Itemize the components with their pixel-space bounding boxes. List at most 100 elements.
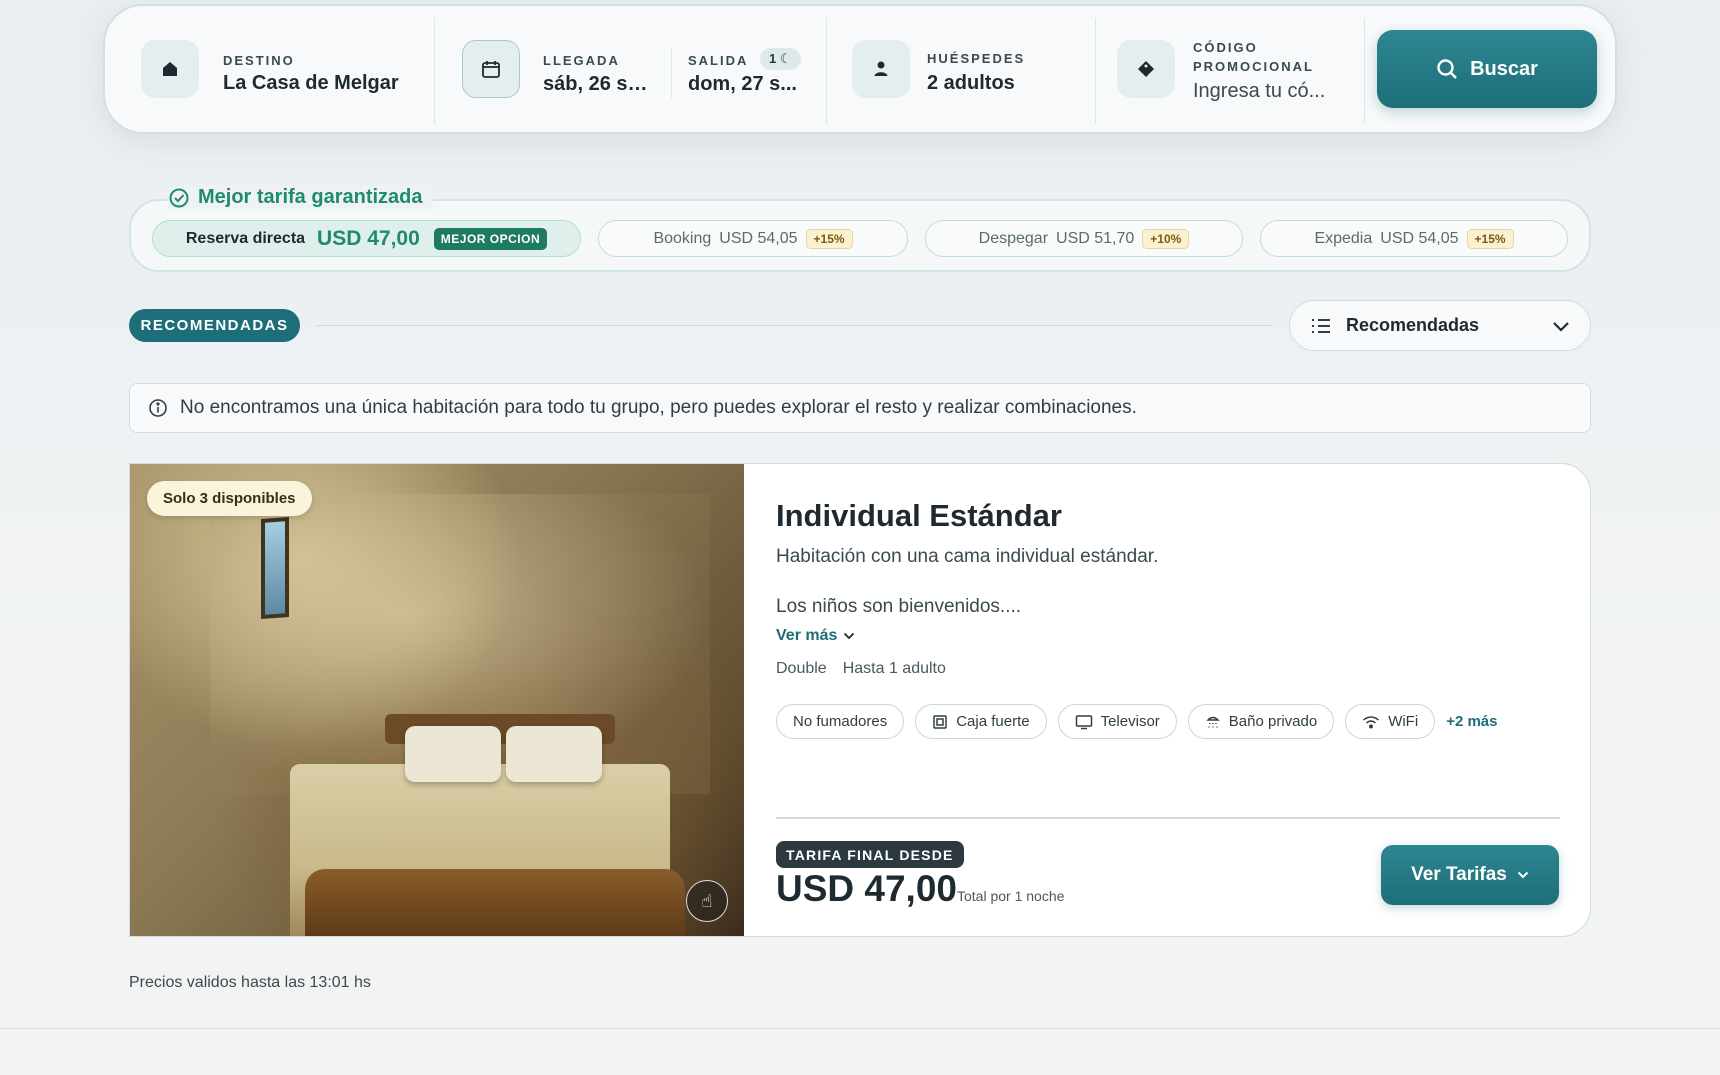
amenity-label: WiFi xyxy=(1388,713,1419,730)
photo-gallery-button[interactable]: ☝ xyxy=(686,880,728,922)
bed-type: Double xyxy=(776,660,827,677)
recommended-badge: RECOMENDADAS xyxy=(129,309,300,342)
rate-direct: Reserva directa USD 47,00 MEJOR OPCION xyxy=(152,220,581,257)
promo-input[interactable]: Ingresa tu có... xyxy=(1193,80,1343,103)
search-icon xyxy=(1437,59,1457,79)
room-meta: Double Hasta 1 adulto xyxy=(776,660,946,678)
destination-label: DESTINO xyxy=(223,53,295,68)
safe-icon xyxy=(933,714,947,729)
tag-icon xyxy=(1117,40,1175,98)
promo-label-line1: CÓDIGO xyxy=(1193,40,1258,55)
competitor-name: Booking xyxy=(653,229,712,247)
calendar-icon xyxy=(462,40,520,98)
competitor-diff: +10% xyxy=(1142,228,1190,249)
amenity-tv: Televisor xyxy=(1057,704,1177,739)
photo-pillow xyxy=(405,726,501,782)
info-banner: No encontramos una única habitación para… xyxy=(129,383,1591,433)
view-rates-label: Ver Tarifas xyxy=(1411,864,1507,885)
nights-badge: 1 ☾ xyxy=(760,48,801,70)
more-amenities-link[interactable]: +2 más xyxy=(1446,713,1497,730)
view-rates-button[interactable]: Ver Tarifas xyxy=(1381,845,1559,905)
search-button[interactable]: Buscar xyxy=(1377,30,1597,108)
nights-count: 1 xyxy=(769,51,777,66)
home-icon xyxy=(141,40,199,98)
room-card: Solo 3 disponibles ☝ Individual Estándar… xyxy=(129,463,1591,937)
moon-icon: ☾ xyxy=(779,51,792,66)
competitor-price: USD 54,05 xyxy=(1380,229,1459,247)
search-bar: DESTINO La Casa de Melgar LLEGADA sáb, 2… xyxy=(103,4,1617,134)
competitor-diff: +15% xyxy=(805,228,853,249)
footer-divider xyxy=(0,1028,1720,1029)
amenity-label: No fumadores xyxy=(793,713,888,730)
amenity-label: Caja fuerte xyxy=(956,713,1030,730)
see-more-label: Ver más xyxy=(776,627,838,644)
room-note: Los niños son bienvenidos.... xyxy=(776,596,1022,617)
arrival-label: LLEGADA xyxy=(543,53,620,68)
competitor-name: Expedia xyxy=(1314,229,1373,247)
search-button-label: Buscar xyxy=(1470,57,1538,80)
competitor-name: Despegar xyxy=(978,229,1049,247)
rate-expedia: Expedia USD 54,05 +15% xyxy=(1260,220,1568,257)
arrival-field[interactable]: LLEGADA sáb, 26 se... xyxy=(435,6,655,132)
amenities-list: No fumadores Caja fuerte Televisor Baño … xyxy=(776,704,1497,739)
section-divider xyxy=(316,325,1272,326)
person-icon xyxy=(852,40,910,98)
best-option-badge: MEJOR OPCION xyxy=(433,227,548,250)
departure-field[interactable]: SALIDA 1 ☾ dom, 27 s... xyxy=(672,6,822,132)
list-icon xyxy=(1312,318,1330,333)
photo-pillow xyxy=(506,726,602,782)
see-more-link[interactable]: Ver más xyxy=(776,627,855,645)
best-rate-title: Mejor tarifa garantizada xyxy=(168,186,433,209)
photo-window xyxy=(261,517,289,619)
divider xyxy=(1364,18,1365,124)
chevron-down-icon xyxy=(1517,871,1529,879)
amenity-label: Televisor xyxy=(1100,713,1160,730)
competitor-diff: +15% xyxy=(1466,228,1514,249)
destination-value: La Casa de Melgar xyxy=(223,72,399,94)
info-icon xyxy=(149,399,167,417)
shower-icon xyxy=(1206,716,1220,727)
wifi-icon xyxy=(1363,715,1380,728)
promo-label-line2: PROMOCIONAL xyxy=(1193,59,1314,74)
price-note: Total por 1 noche xyxy=(957,888,1065,904)
arrival-value: sáb, 26 se... xyxy=(543,73,655,95)
rate-booking: Booking USD 54,05 +15% xyxy=(598,220,908,257)
departure-value: dom, 27 s... xyxy=(688,73,797,95)
amenity-no-smoking: No fumadores xyxy=(776,704,905,739)
hand-pointer-icon: ☝ xyxy=(701,890,713,911)
guests-field[interactable]: HUÉSPEDES 2 adultos xyxy=(827,6,1095,132)
photo-footboard xyxy=(305,869,685,936)
tv-icon xyxy=(1075,714,1092,729)
room-info: Individual Estándar Habitación con una c… xyxy=(776,464,1560,936)
best-rate-title-text: Mejor tarifa garantizada xyxy=(198,186,423,208)
final-rate-badge: TARIFA FINAL DESDE xyxy=(776,841,964,868)
room-title: Individual Estándar xyxy=(776,498,1062,533)
amenity-label: Baño privado xyxy=(1228,713,1318,730)
prices-validity: Precios validos hasta las 13:01 hs xyxy=(129,974,371,991)
direct-price: USD 47,00 xyxy=(317,226,420,250)
guests-label: HUÉSPEDES xyxy=(927,51,1026,66)
amenity-private-bath: Baño privado xyxy=(1187,704,1335,739)
guests-value: 2 adultos xyxy=(927,72,1015,94)
chevron-down-icon xyxy=(1553,321,1569,332)
room-photo[interactable]: Solo 3 disponibles ☝ xyxy=(130,464,744,936)
competitor-price: USD 51,70 xyxy=(1056,229,1135,247)
chevron-down-icon xyxy=(844,632,855,640)
info-message: No encontramos una única habitación para… xyxy=(180,397,1137,418)
sort-select[interactable]: Recomendadas xyxy=(1289,300,1591,351)
room-description: Habitación con una cama individual están… xyxy=(776,546,1159,567)
amenity-wifi: WiFi xyxy=(1345,704,1436,739)
final-price: USD 47,00 xyxy=(776,868,957,909)
capacity: Hasta 1 adulto xyxy=(842,660,946,677)
direct-label: Reserva directa xyxy=(185,229,306,247)
sort-select-value: Recomendadas xyxy=(1346,315,1480,335)
competitor-price: USD 54,05 xyxy=(719,229,798,247)
rate-despegar: Despegar USD 51,70 +10% xyxy=(925,220,1243,257)
destination-field[interactable]: DESTINO La Casa de Melgar xyxy=(105,6,405,132)
promo-field[interactable]: CÓDIGO PROMOCIONAL Ingresa tu có... xyxy=(1096,6,1364,132)
amenity-safe: Caja fuerte xyxy=(915,704,1047,739)
price-divider xyxy=(776,817,1560,819)
departure-label: SALIDA xyxy=(688,53,749,68)
availability-badge: Solo 3 disponibles xyxy=(147,481,312,516)
check-circle-icon xyxy=(169,188,189,207)
